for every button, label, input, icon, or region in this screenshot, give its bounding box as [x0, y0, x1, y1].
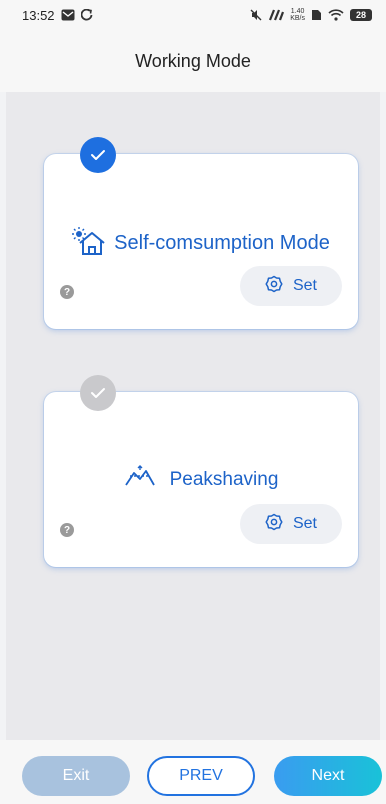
- set-label: Set: [292, 277, 317, 294]
- mode-card-peakshaving[interactable]: Peakshaving ? Set: [44, 375, 358, 567]
- sync-notification-icon: [80, 9, 93, 21]
- set-label: Set: [292, 515, 317, 532]
- sim-icon: [311, 9, 322, 21]
- exit-button[interactable]: Exit: [22, 756, 130, 796]
- network-speed-unit: KB/s: [290, 15, 305, 22]
- mail-notification-icon: [61, 9, 75, 21]
- mode-list: Self-comsumption Mode ? Set Peakshaving …: [6, 92, 380, 740]
- page-header: Working Mode: [0, 30, 386, 92]
- set-button[interactable]: Set: [240, 504, 342, 544]
- wifi-icon: [328, 9, 344, 21]
- gear-icon: [265, 275, 283, 298]
- footer-nav: Exit PREV Next: [0, 740, 386, 804]
- home-sun-icon: [72, 226, 106, 261]
- status-time: 13:52: [22, 7, 55, 23]
- page-title: Working Mode: [135, 50, 251, 71]
- nfc-icon: [268, 9, 285, 21]
- mode-label: Self-comsumption Mode: [114, 232, 330, 254]
- status-left: 13:52: [22, 8, 93, 23]
- mode-label: Peakshaving: [169, 468, 279, 490]
- status-right: 1.40 KB/s 28: [250, 8, 372, 22]
- peak-chart-icon: [124, 465, 156, 494]
- network-speed-value: 1.40: [290, 8, 305, 15]
- battery-icon: 28: [350, 9, 372, 21]
- mode-row: Self-comsumption Mode: [44, 226, 358, 261]
- help-icon[interactable]: ?: [60, 285, 74, 299]
- network-speed: 1.40 KB/s: [290, 8, 305, 22]
- next-button[interactable]: Next: [274, 756, 382, 796]
- unselected-check-icon[interactable]: [80, 375, 116, 411]
- set-button[interactable]: Set: [240, 266, 342, 306]
- prev-button[interactable]: PREV: [147, 756, 255, 796]
- gear-icon: [265, 513, 283, 536]
- help-icon[interactable]: ?: [60, 523, 74, 537]
- selected-check-icon[interactable]: [80, 137, 116, 173]
- status-bar: 13:52 1.40 KB/s 28: [0, 0, 386, 30]
- mute-icon: [250, 9, 262, 21]
- mode-card-self-consumption[interactable]: Self-comsumption Mode ? Set: [44, 137, 358, 329]
- mode-row: Peakshaving: [44, 465, 358, 494]
